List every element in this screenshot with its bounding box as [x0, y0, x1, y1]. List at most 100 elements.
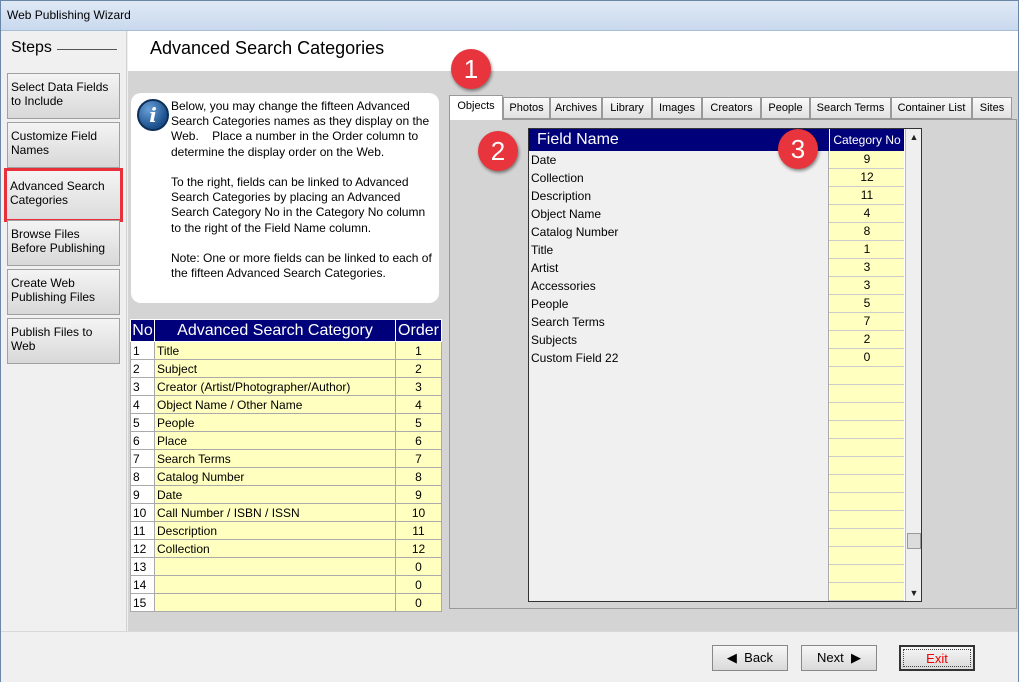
category-no-cell[interactable]: [830, 457, 904, 475]
category-no-cell[interactable]: 0: [830, 349, 904, 367]
category-order-cell[interactable]: 6: [395, 431, 442, 450]
table-row: 14 0: [130, 575, 442, 594]
step-customize-field-names[interactable]: Customize Field Names: [7, 122, 120, 168]
back-button[interactable]: ◀ Back: [712, 645, 788, 671]
category-order-cell[interactable]: 3: [395, 377, 442, 396]
category-order-cell[interactable]: 0: [395, 575, 442, 594]
category-no-cell[interactable]: [830, 547, 904, 565]
category-no-cell[interactable]: [830, 511, 904, 529]
category-name-cell[interactable]: People: [154, 413, 396, 432]
step-create-web-files[interactable]: Create Web Publishing Files: [7, 269, 120, 315]
tab-objects[interactable]: Objects: [449, 95, 503, 120]
category-order-cell[interactable]: 4: [395, 395, 442, 414]
category-no-cell[interactable]: [830, 421, 904, 439]
grid-scrollbar[interactable]: ▲ ▼: [905, 129, 921, 601]
exit-button[interactable]: Exit: [899, 645, 975, 671]
title-bar: Web Publishing Wizard: [1, 1, 1018, 31]
tab-search-terms[interactable]: Search Terms: [810, 97, 891, 119]
category-no-cell[interactable]: [830, 565, 904, 583]
category-order-cell[interactable]: 0: [395, 593, 442, 612]
category-no-cell: 1: [130, 341, 155, 360]
category-no-cell[interactable]: [830, 403, 904, 421]
tab-sites[interactable]: Sites: [972, 97, 1012, 119]
tab-people[interactable]: People: [761, 97, 810, 119]
tab-library[interactable]: Library: [602, 97, 652, 119]
tab-strip: Objects Photos Archives Library Images Creato…: [449, 95, 1017, 120]
info-box: i Below, you may change the fifteen Adva…: [131, 93, 439, 303]
category-order-cell[interactable]: 8: [395, 467, 442, 486]
category-no-cell[interactable]: 1: [830, 241, 904, 259]
category-name-cell[interactable]: [154, 557, 396, 576]
category-name-cell[interactable]: [154, 593, 396, 612]
category-no-cell[interactable]: [830, 439, 904, 457]
category-no-cell: 10: [130, 503, 155, 522]
category-name-cell[interactable]: Place: [154, 431, 396, 450]
category-order-cell[interactable]: 12: [395, 539, 442, 558]
back-arrow-icon: ◀: [726, 650, 737, 665]
category-order-cell[interactable]: 2: [395, 359, 442, 378]
category-name-cell[interactable]: Catalog Number: [154, 467, 396, 486]
category-order-cell[interactable]: 10: [395, 503, 442, 522]
table-row: Object Name 4: [529, 205, 904, 223]
info-icon: i: [137, 99, 169, 131]
step-advanced-search-categories[interactable]: Advanced Search Categories: [4, 168, 123, 222]
category-no-cell[interactable]: 4: [830, 205, 904, 223]
category-name-cell[interactable]: Search Terms: [154, 449, 396, 468]
category-name-cell[interactable]: Date: [154, 485, 396, 504]
table-row: 5 People 5: [130, 413, 442, 432]
category-name-cell[interactable]: Description: [154, 521, 396, 540]
scroll-thumb[interactable]: [907, 533, 921, 549]
scroll-up-icon[interactable]: ▲: [906, 129, 922, 145]
category-order-cell[interactable]: 9: [395, 485, 442, 504]
footer-bar: ◀ Back Next ▶ Exit: [1, 631, 1018, 682]
next-button[interactable]: Next ▶: [801, 645, 877, 671]
category-no-cell[interactable]: [830, 385, 904, 403]
tab-images[interactable]: Images: [652, 97, 702, 119]
category-name-cell[interactable]: [154, 575, 396, 594]
category-no-cell[interactable]: 11: [830, 187, 904, 205]
category-order-cell[interactable]: 11: [395, 521, 442, 540]
main-panel: i Below, you may change the fifteen Adva…: [128, 49, 1018, 631]
page-title: Advanced Search Categories: [150, 38, 385, 58]
category-no-cell[interactable]: 12: [830, 169, 904, 187]
category-order-cell[interactable]: 1: [395, 341, 442, 360]
objects-tab-body: Field Name Category No Date 9 Collection 12…: [449, 119, 1017, 609]
category-no-cell[interactable]: [830, 529, 904, 547]
category-name-cell[interactable]: Title: [154, 341, 396, 360]
category-no-cell[interactable]: [830, 367, 904, 385]
tab-container-list[interactable]: Container List: [891, 97, 972, 119]
category-no-cell[interactable]: 3: [830, 259, 904, 277]
step-select-data-fields[interactable]: Select Data Fields to Include: [7, 73, 120, 119]
category-no-cell: 8: [130, 467, 155, 486]
category-name-cell[interactable]: Object Name / Other Name: [154, 395, 396, 414]
callout-badge-2: 2: [478, 131, 518, 171]
category-no-cell[interactable]: 5: [830, 295, 904, 313]
scroll-down-icon[interactable]: ▼: [906, 585, 922, 601]
table-row: Description 11: [529, 187, 904, 205]
tab-photos[interactable]: Photos: [503, 97, 550, 119]
category-no-cell[interactable]: 7: [830, 313, 904, 331]
tab-creators[interactable]: Creators: [702, 97, 761, 119]
category-name-cell[interactable]: Collection: [154, 539, 396, 558]
category-order-cell[interactable]: 7: [395, 449, 442, 468]
category-order-cell[interactable]: 0: [395, 557, 442, 576]
category-no-cell[interactable]: 2: [830, 331, 904, 349]
category-name-cell[interactable]: Subject: [154, 359, 396, 378]
category-no-cell: 9: [130, 485, 155, 504]
step-browse-files[interactable]: Browse Files Before Publishing: [7, 220, 120, 266]
category-no-cell[interactable]: [830, 475, 904, 493]
category-order-cell[interactable]: 5: [395, 413, 442, 432]
category-no-cell[interactable]: 3: [830, 277, 904, 295]
table-row: Date 9: [529, 151, 904, 169]
category-no-cell[interactable]: [830, 493, 904, 511]
field-name-cell: [529, 475, 829, 493]
category-name-cell[interactable]: Call Number / ISBN / ISSN: [154, 503, 396, 522]
category-no-cell[interactable]: 9: [830, 151, 904, 169]
category-name-cell[interactable]: Creator (Artist/Photographer/Author): [154, 377, 396, 396]
table-row: 11 Description 11: [130, 521, 442, 540]
tab-archives[interactable]: Archives: [550, 97, 602, 119]
field-name-cell: [529, 493, 829, 511]
category-no-cell[interactable]: [830, 583, 904, 601]
category-no-cell[interactable]: 8: [830, 223, 904, 241]
step-publish-files[interactable]: Publish Files to Web: [7, 318, 120, 364]
